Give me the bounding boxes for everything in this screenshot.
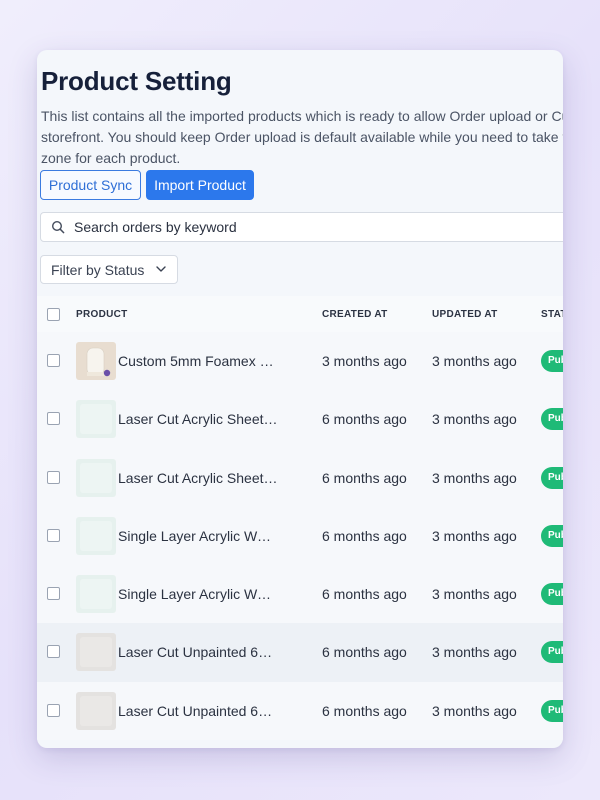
updated-at: 3 months ago	[432, 469, 517, 486]
updated-at: 3 months ago	[432, 586, 517, 603]
status-badge: Published	[541, 350, 563, 372]
table-row[interactable]: Laser Cut Unpainted 6m... 6 months ago 3 m…	[37, 623, 563, 682]
page-description: This list contains all the imported prod…	[41, 108, 563, 166]
status-badge: Published	[541, 699, 563, 722]
product-name[interactable]: Laser Cut Unpainted 6m...	[118, 644, 278, 660]
table-row[interactable]: Single Layer Acrylic Wor... 6 months ago 3…	[37, 506, 563, 566]
import-product-button[interactable]: Import Product	[146, 170, 254, 200]
created-at: 6 months ago	[322, 702, 407, 719]
product-name[interactable]: Laser Cut Acrylic Sheet ...	[118, 411, 278, 427]
status-badge: Published	[541, 466, 563, 489]
row-checkbox[interactable]	[47, 412, 60, 426]
table-row[interactable]: Single Layer Acrylic Wor... 6 months ago 3…	[37, 565, 563, 624]
table-row[interactable]: Laser Cut Acrylic Sheet ... 6 months ago 3…	[37, 390, 563, 449]
header-status[interactable]: STATUS	[541, 309, 563, 320]
status-badge: Published	[541, 524, 563, 547]
status-badge: Published	[541, 408, 563, 431]
header-product[interactable]: PRODUCT	[76, 309, 128, 320]
product-sync-button[interactable]: Product Sync	[40, 170, 141, 200]
created-at: 3 months ago	[322, 353, 407, 369]
row-checkbox[interactable]	[47, 645, 60, 659]
row-checkbox[interactable]	[47, 354, 60, 367]
page-title: Product Setting	[41, 66, 232, 96]
row-checkbox[interactable]	[47, 528, 60, 542]
filter-label: Filter by Status	[51, 261, 145, 278]
product-thumbnail	[76, 400, 116, 439]
row-checkbox[interactable]	[47, 587, 60, 601]
created-at: 6 months ago	[322, 586, 407, 603]
chevron-down-icon	[156, 265, 166, 273]
updated-at: 3 months ago	[432, 411, 517, 428]
updated-at: 3 months ago	[432, 644, 517, 661]
created-at: 6 months ago	[322, 644, 407, 661]
status-badge: Published	[541, 583, 563, 606]
updated-at: 3 months ago	[432, 527, 517, 544]
product-thumbnail	[76, 458, 116, 497]
product-setting-card: Product Setting This list contains all t…	[37, 50, 563, 748]
table-row[interactable]: Custom 5mm Foamex Pr... 3 months ago 3 mon…	[37, 332, 563, 391]
table-header: PRODUCT CREATED AT UPDATED AT STATUS	[37, 296, 563, 332]
product-thumbnail	[76, 691, 116, 730]
product-thumbnail	[76, 575, 116, 614]
select-all-checkbox[interactable]	[47, 308, 60, 321]
header-created-at[interactable]: CREATED AT	[322, 309, 388, 320]
product-name[interactable]: Laser Cut Acrylic Sheet ...	[118, 470, 278, 486]
product-thumbnail	[76, 516, 116, 555]
created-at: 6 months ago	[322, 411, 407, 428]
search-input[interactable]: Search orders by keyword	[40, 212, 563, 242]
products-table: PRODUCT CREATED AT UPDATED AT STATUS Cus…	[37, 296, 563, 741]
row-checkbox[interactable]	[47, 470, 60, 484]
product-name[interactable]: Custom 5mm Foamex Pr...	[118, 353, 278, 369]
row-checkbox[interactable]	[47, 703, 60, 717]
search-placeholder: Search orders by keyword	[74, 219, 237, 235]
filter-by-status-dropdown[interactable]: Filter by Status	[40, 255, 178, 284]
product-name[interactable]: Laser Cut Unpainted 6m...	[118, 703, 278, 719]
created-at: 6 months ago	[322, 527, 407, 544]
product-name[interactable]: Single Layer Acrylic Wor...	[118, 528, 278, 544]
search-icon	[51, 220, 65, 234]
created-at: 6 months ago	[322, 469, 407, 486]
table-body: Custom 5mm Foamex Pr... 3 months ago 3 mon…	[37, 332, 563, 741]
updated-at: 3 months ago	[432, 353, 517, 369]
product-name[interactable]: Single Layer Acrylic Wor...	[118, 586, 278, 602]
product-thumbnail	[76, 633, 116, 672]
table-row[interactable]: Laser Cut Unpainted 6m... 6 months ago 3 m…	[37, 681, 563, 741]
product-thumbnail	[76, 342, 116, 380]
status-badge: Published	[541, 641, 563, 664]
updated-at: 3 months ago	[432, 702, 517, 719]
header-updated-at[interactable]: UPDATED AT	[432, 309, 498, 320]
table-row[interactable]: Laser Cut Acrylic Sheet ... 6 months ago 3…	[37, 448, 563, 507]
